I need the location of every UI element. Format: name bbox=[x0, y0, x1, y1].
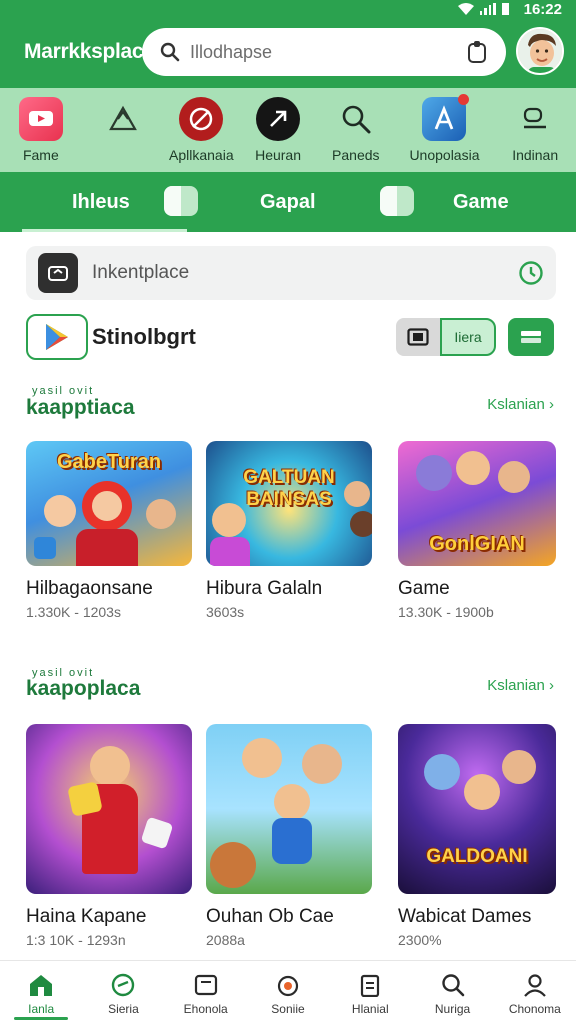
shop-icon bbox=[277, 975, 299, 997]
game-card[interactable]: GALTUAN BAINSAS Hibura Galaln 3603s bbox=[206, 441, 372, 620]
clock-icon[interactable] bbox=[518, 260, 544, 286]
notification-badge bbox=[458, 94, 470, 105]
tab-gapal[interactable]: Gapal bbox=[260, 172, 316, 232]
chevron-right-icon: › bbox=[549, 396, 554, 413]
app-header: 16:22 Marrkksplace Illodhapse bbox=[0, 0, 576, 88]
clipboard-icon bbox=[361, 974, 380, 997]
search-icon bbox=[441, 974, 464, 997]
mic-icon[interactable] bbox=[466, 40, 488, 64]
chat-icon bbox=[112, 973, 135, 997]
category-apllkanaia[interactable]: Apllkanaia bbox=[163, 88, 239, 172]
recycle-icon bbox=[101, 97, 145, 141]
game-card[interactable]: GabeTuran Hilbagaonsane 1.330K - 1203s bbox=[26, 441, 192, 620]
tv-icon bbox=[18, 97, 63, 141]
search-bar[interactable]: Illodhapse bbox=[142, 28, 506, 76]
user-avatar[interactable] bbox=[516, 27, 564, 75]
view-toggle: Iiera bbox=[396, 318, 496, 356]
arrow-circle-icon bbox=[256, 97, 301, 141]
tab-game[interactable]: Game bbox=[453, 172, 509, 232]
game-thumbnail[interactable]: GonlGIAN bbox=[398, 441, 556, 566]
section-title: kaapptiaca bbox=[26, 396, 135, 419]
nav-item-book[interactable]: Ehonola bbox=[165, 961, 247, 1024]
game-thumbnail[interactable] bbox=[206, 724, 372, 894]
compass-icon bbox=[179, 97, 224, 141]
search-icon bbox=[334, 97, 378, 141]
book-icon bbox=[194, 974, 217, 996]
home-icon bbox=[30, 975, 53, 996]
category-recycle[interactable] bbox=[82, 88, 164, 172]
profile-icon bbox=[524, 974, 546, 997]
wifi-icon bbox=[457, 3, 474, 15]
store-row: Stinolbgrt Iiera bbox=[26, 314, 556, 360]
game-card[interactable]: GonlGIAN Game 13.30K - 1900b bbox=[398, 441, 556, 620]
nav-item-profile[interactable]: Chonoma bbox=[494, 961, 576, 1024]
game-card[interactable]: Ouhan Ob Cae 2088a bbox=[206, 724, 372, 948]
search-input[interactable]: Illodhapse bbox=[190, 42, 466, 63]
grid-view-icon[interactable] bbox=[396, 318, 440, 356]
marketplace-search-input[interactable]: Inkentplace bbox=[92, 262, 518, 284]
game-thumbnail[interactable] bbox=[26, 724, 192, 894]
nav-item-search[interactable]: Nuriga bbox=[411, 961, 493, 1024]
search-icon bbox=[160, 42, 180, 62]
category-fame[interactable]: Fame bbox=[0, 88, 82, 172]
status-bar: 16:22 bbox=[457, 0, 562, 18]
chevron-right-icon: › bbox=[549, 677, 554, 694]
category-heuran[interactable]: Heuran bbox=[239, 88, 317, 172]
game-thumbnail[interactable]: GabeTuran bbox=[26, 441, 192, 566]
section-title: kaapoplaca bbox=[26, 677, 141, 700]
store-name: Stinolbgrt bbox=[92, 324, 196, 349]
game-card[interactable]: GALDOANI Wabicat Dames 2300% bbox=[398, 724, 556, 948]
refresh-icon[interactable] bbox=[38, 253, 78, 293]
see-all-link[interactable]: Kslanian › bbox=[487, 677, 554, 694]
nav-item-clipboard[interactable]: Hlanial bbox=[329, 961, 411, 1024]
messages-icon bbox=[513, 97, 557, 141]
nav-item-home[interactable]: Ianla bbox=[0, 961, 82, 1024]
game-thumbnail[interactable]: GALDOANI bbox=[398, 724, 556, 894]
game-card[interactable]: Haina Kapane 1:3 10K - 1293n bbox=[26, 724, 192, 948]
tab-ihleus[interactable]: Ihleus bbox=[22, 172, 187, 232]
category-indinan[interactable]: Indinan bbox=[494, 88, 576, 172]
category-unopolasia[interactable]: Unopolasia bbox=[395, 88, 495, 172]
toggle-icon[interactable] bbox=[380, 186, 414, 216]
nav-item-chat[interactable]: Sieria bbox=[82, 961, 164, 1024]
see-all-link[interactable]: Kslanian › bbox=[487, 396, 554, 413]
app-store-icon bbox=[422, 94, 470, 141]
tab-bar: Ihleus Gapal Game bbox=[0, 172, 576, 232]
category-paneds[interactable]: Paneds bbox=[317, 88, 395, 172]
status-time: 16:22 bbox=[523, 0, 562, 18]
toggle-icon[interactable] bbox=[164, 186, 198, 216]
signal-icon bbox=[479, 3, 496, 15]
marketplace-search[interactable]: Inkentplace bbox=[26, 246, 556, 300]
category-strip: Fame Apllkanaia Heuran Paneds Unopolasia bbox=[0, 88, 576, 172]
filter-icon[interactable] bbox=[508, 318, 554, 356]
app-title: Marrkksplace bbox=[24, 40, 155, 63]
bottom-nav: Ianla Sieria Ehonola Soniie Hlanial Nuri… bbox=[0, 960, 576, 1024]
filter-chip[interactable]: Iiera bbox=[440, 318, 496, 356]
play-store-icon[interactable] bbox=[26, 314, 88, 360]
battery-icon bbox=[501, 3, 518, 15]
game-thumbnail[interactable]: GALTUAN BAINSAS bbox=[206, 441, 372, 566]
nav-item-shop[interactable]: Soniie bbox=[247, 961, 329, 1024]
